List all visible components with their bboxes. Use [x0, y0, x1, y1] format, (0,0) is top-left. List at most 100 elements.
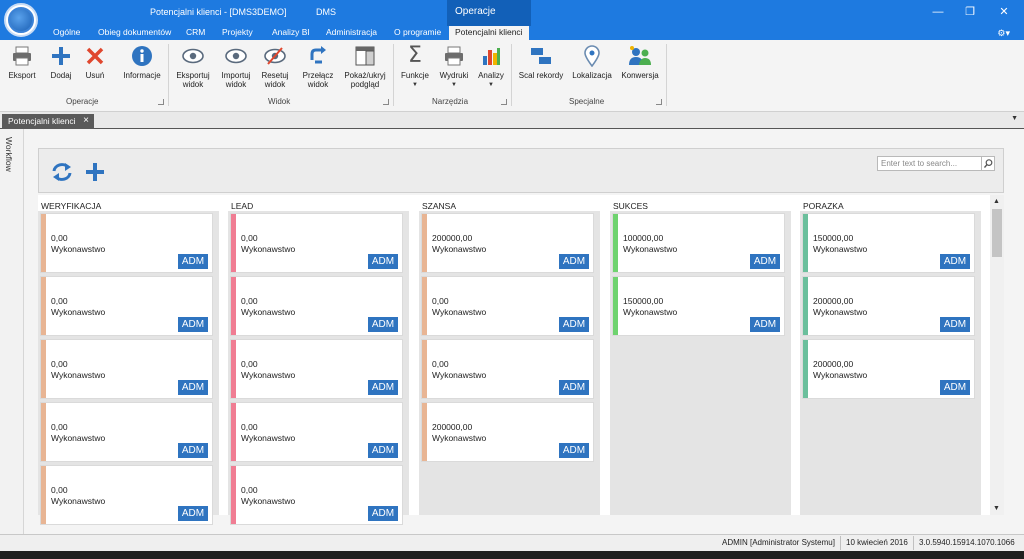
- kanban-card[interactable]: 0,00 Wykonawstwo ADM: [230, 465, 403, 525]
- owner-badge[interactable]: ADM: [940, 380, 970, 395]
- kanban-card[interactable]: 0,00 Wykonawstwo ADM: [40, 276, 213, 336]
- kanban-card[interactable]: 0,00 Wykonawstwo ADM: [230, 339, 403, 399]
- tab-ogolne[interactable]: Ogólne: [53, 27, 80, 40]
- bar-chart-icon: [474, 44, 508, 68]
- workflow-side-panel[interactable]: Workflow: [0, 129, 24, 534]
- owner-badge[interactable]: ADM: [368, 317, 398, 332]
- informacje-button[interactable]: Informacje: [118, 44, 166, 80]
- owner-badge[interactable]: ADM: [368, 380, 398, 395]
- doc-tab-potencjalni-klienci[interactable]: Potencjalni klienci ×: [2, 114, 94, 129]
- group-expand-icon[interactable]: [501, 99, 507, 105]
- owner-badge[interactable]: ADM: [559, 254, 589, 269]
- pokaz-podglad-button[interactable]: Pokaż/ukryj podgląd: [340, 44, 390, 89]
- owner-badge[interactable]: ADM: [368, 254, 398, 269]
- importuj-widok-button[interactable]: Importuj widok: [216, 44, 256, 89]
- owner-badge[interactable]: ADM: [559, 380, 589, 395]
- context-tab-operacje: Operacje: [447, 0, 531, 26]
- group-expand-icon[interactable]: [158, 99, 164, 105]
- app-logo-icon[interactable]: [4, 3, 38, 37]
- kanban-card[interactable]: 0,00 Wykonawstwo ADM: [40, 402, 213, 462]
- add-icon[interactable]: [85, 162, 105, 184]
- scroll-down-icon[interactable]: ▼: [993, 505, 1000, 512]
- eksport-button[interactable]: Eksport: [4, 44, 40, 80]
- kanban-card[interactable]: 0,00 Wykonawstwo ADM: [230, 213, 403, 273]
- card-color-stripe: [41, 466, 46, 524]
- owner-badge[interactable]: ADM: [750, 254, 780, 269]
- resetuj-widok-button[interactable]: Resetuj widok: [257, 44, 293, 89]
- kanban-card[interactable]: 150000,00 Wykonawstwo ADM: [612, 276, 785, 336]
- app-name: DMS: [316, 7, 336, 17]
- tab-obieg-dokumentow[interactable]: Obieg dokumentów: [98, 27, 171, 40]
- tab-o-programie[interactable]: O programie: [394, 27, 441, 40]
- tab-projekty[interactable]: Projekty: [222, 27, 253, 40]
- kanban-card[interactable]: 150000,00 Wykonawstwo ADM: [802, 213, 975, 273]
- kanban-card[interactable]: 200000,00 Wykonawstwo ADM: [421, 213, 594, 273]
- usun-button[interactable]: Usuń: [80, 44, 110, 80]
- owner-badge[interactable]: ADM: [178, 506, 208, 521]
- group-expand-icon[interactable]: [656, 99, 662, 105]
- funkcje-button[interactable]: Σ Funkcje ▼: [397, 44, 433, 90]
- card-color-stripe: [231, 340, 236, 398]
- owner-badge[interactable]: ADM: [368, 443, 398, 458]
- group-expand-icon[interactable]: [383, 99, 389, 105]
- lokalizacja-button[interactable]: Lokalizacja: [570, 44, 614, 80]
- restore-icon[interactable]: ❐: [962, 5, 978, 19]
- tab-potencjalni-klienci[interactable]: Potencjalni klienci: [449, 26, 529, 40]
- scrollbar-thumb[interactable]: [992, 209, 1002, 257]
- kanban-card[interactable]: 0,00 Wykonawstwo ADM: [421, 339, 594, 399]
- eye-icon: [172, 44, 214, 68]
- tab-crm[interactable]: CRM: [186, 27, 205, 40]
- card-color-stripe: [41, 214, 46, 272]
- owner-badge[interactable]: ADM: [178, 443, 208, 458]
- owner-badge[interactable]: ADM: [750, 317, 780, 332]
- kanban-card[interactable]: 0,00 Wykonawstwo ADM: [40, 465, 213, 525]
- refresh-icon[interactable]: [51, 162, 73, 184]
- kanban-card[interactable]: 0,00 Wykonawstwo ADM: [230, 276, 403, 336]
- card-color-stripe: [613, 277, 618, 335]
- eksportuj-widok-button[interactable]: Eksportuj widok: [172, 44, 214, 89]
- ribbon-separator: [168, 44, 169, 106]
- wydruki-button[interactable]: Wydruki ▼: [436, 44, 472, 90]
- owner-badge[interactable]: ADM: [940, 317, 970, 332]
- kanban-board: WERYFIKACJA 0,00 Wykonawstwo ADM 0,00 Wykon…: [38, 195, 990, 525]
- users-convert-icon: [618, 44, 662, 68]
- kanban-card[interactable]: 0,00 Wykonawstwo ADM: [230, 402, 403, 462]
- analizy-button[interactable]: Analizy ▼: [474, 44, 508, 90]
- tab-analizy-bi[interactable]: Analizy BI: [272, 27, 310, 40]
- close-tab-icon[interactable]: ×: [83, 115, 89, 126]
- card-color-stripe: [422, 403, 427, 461]
- search-input[interactable]: Enter text to search...: [877, 156, 995, 171]
- kanban-card[interactable]: 0,00 Wykonawstwo ADM: [40, 213, 213, 273]
- status-separator: [913, 536, 914, 550]
- plus-icon: [46, 44, 76, 68]
- owner-badge[interactable]: ADM: [559, 443, 589, 458]
- kanban-card[interactable]: 100000,00 Wykonawstwo ADM: [612, 213, 785, 273]
- close-icon[interactable]: ✕: [996, 5, 1012, 19]
- tab-list-dropdown-icon[interactable]: ▼: [1011, 115, 1018, 122]
- board-scrollbar[interactable]: ▲ ▼: [990, 195, 1004, 515]
- kanban-card[interactable]: 0,00 Wykonawstwo ADM: [421, 276, 594, 336]
- konwersja-button[interactable]: Konwersja: [618, 44, 662, 80]
- dodaj-button[interactable]: Dodaj: [46, 44, 76, 80]
- column-porazka: PORAZKA 150000,00 Wykonawstwo ADM 200000,0…: [800, 195, 981, 515]
- minimize-icon[interactable]: —: [930, 5, 946, 19]
- search-icon[interactable]: [981, 156, 994, 171]
- owner-badge[interactable]: ADM: [178, 254, 208, 269]
- card-color-stripe: [41, 277, 46, 335]
- settings-dropdown-icon[interactable]: ⚙▾: [997, 28, 1010, 39]
- kanban-card[interactable]: 200000,00 Wykonawstwo ADM: [802, 276, 975, 336]
- owner-badge[interactable]: ADM: [178, 317, 208, 332]
- scal-rekordy-button[interactable]: Scal rekordy: [516, 44, 566, 80]
- tab-administracja[interactable]: Administracja: [326, 27, 377, 40]
- owner-badge[interactable]: ADM: [559, 317, 589, 332]
- kanban-card[interactable]: 200000,00 Wykonawstwo ADM: [421, 402, 594, 462]
- board-toolbar: [38, 148, 1004, 193]
- kanban-card[interactable]: 200000,00 Wykonawstwo ADM: [802, 339, 975, 399]
- owner-badge[interactable]: ADM: [368, 506, 398, 521]
- owner-badge[interactable]: ADM: [178, 380, 208, 395]
- eye-icon: [216, 44, 256, 68]
- scroll-up-icon[interactable]: ▲: [993, 198, 1000, 205]
- przelacz-widok-button[interactable]: Przełącz widok: [300, 44, 336, 89]
- kanban-card[interactable]: 0,00 Wykonawstwo ADM: [40, 339, 213, 399]
- owner-badge[interactable]: ADM: [940, 254, 970, 269]
